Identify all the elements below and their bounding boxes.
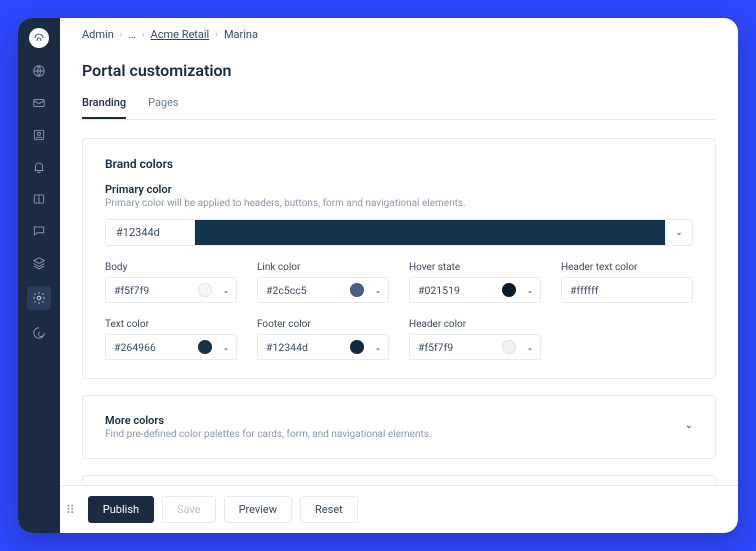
sidebar — [18, 18, 60, 533]
page-title: Portal customization — [82, 61, 716, 80]
chevron-down-icon[interactable]: ⌄ — [520, 343, 540, 352]
breadcrumb-org[interactable]: Acme Retail — [151, 28, 210, 41]
color-hex: #264966 — [106, 341, 198, 354]
primary-color-label: Primary color — [105, 183, 693, 196]
chevron-down-icon[interactable]: ⌄ — [216, 343, 236, 352]
more-colors-card: More colors Find pre-defined color palet… — [82, 395, 716, 459]
color-item: Text color #264966 ⌄ — [105, 319, 237, 360]
chevron-right-icon: › — [215, 30, 218, 40]
publish-button[interactable]: Publish — [88, 496, 154, 523]
color-item: Hover state #021519 ⌄ — [409, 262, 541, 303]
preview-button[interactable]: Preview — [224, 496, 292, 523]
reset-button[interactable]: Reset — [300, 496, 358, 523]
chevron-right-icon: › — [142, 30, 145, 40]
tab-pages[interactable]: Pages — [148, 96, 179, 119]
color-label: Header text color — [561, 262, 693, 273]
color-label: Body — [105, 262, 237, 273]
bell-icon[interactable] — [30, 158, 48, 176]
swirl-icon[interactable] — [30, 324, 48, 342]
color-item: Footer color #12344d ⌄ — [257, 319, 389, 360]
color-swatch — [198, 340, 212, 354]
brand-colors-title: Brand colors — [105, 157, 693, 171]
breadcrumb-current: Marina — [224, 28, 258, 41]
color-grid: Body#f5f7f9⌄Link color#2c5cc5⌄Hover stat… — [105, 262, 693, 360]
app-logo[interactable] — [29, 28, 49, 48]
color-input[interactable]: #f5f7f9 ⌄ — [105, 277, 237, 303]
color-input[interactable]: #12344d ⌄ — [257, 334, 389, 360]
chevron-right-icon: › — [120, 30, 123, 40]
primary-color-row: #12344d ⌄ — [105, 219, 693, 246]
color-hex: #2c5cc5 — [258, 284, 350, 297]
settings-icon[interactable] — [27, 286, 51, 310]
portal-fonts-card: Portal fonts Base font Source Sans Pro ⌄… — [82, 475, 716, 485]
chevron-down-icon[interactable]: ⌄ — [520, 286, 540, 295]
primary-hex-input[interactable]: #12344d — [105, 219, 195, 246]
content-scroll[interactable]: Portal customization Branding Pages Bran… — [60, 51, 738, 485]
primary-color-desc: Primary color will be applied to headers… — [105, 198, 693, 209]
color-hex: #ffffff — [562, 284, 692, 297]
color-hex: #f5f7f9 — [106, 284, 198, 297]
book-icon[interactable] — [30, 190, 48, 208]
color-input[interactable]: #2c5cc5 ⌄ — [257, 277, 389, 303]
breadcrumb-admin[interactable]: Admin — [82, 28, 114, 41]
user-icon[interactable] — [30, 126, 48, 144]
color-item: Header text color #ffffff — [561, 262, 693, 303]
color-swatch — [502, 283, 516, 297]
more-colors-expand[interactable]: ⌄ — [685, 414, 693, 431]
color-input[interactable]: #f5f7f9 ⌄ — [409, 334, 541, 360]
color-label: Link color — [257, 262, 389, 273]
breadcrumb-ellipsis: … — [128, 28, 135, 41]
tabs: Branding Pages — [82, 96, 716, 120]
color-input[interactable]: #264966 ⌄ — [105, 334, 237, 360]
color-hex: #12344d — [258, 341, 350, 354]
chevron-down-icon[interactable]: ⌄ — [368, 343, 388, 352]
color-hex: #021519 — [410, 284, 502, 297]
color-label: Hover state — [409, 262, 541, 273]
chevron-down-icon[interactable]: ⌄ — [368, 286, 388, 295]
chat-icon[interactable] — [30, 222, 48, 240]
mail-icon[interactable] — [30, 94, 48, 112]
color-item: Body #f5f7f9 ⌄ — [105, 262, 237, 303]
color-item: Header color #f5f7f9 ⌄ — [409, 319, 541, 360]
breadcrumb: Admin › … › Acme Retail › Marina — [60, 18, 738, 51]
color-label: Text color — [105, 319, 237, 330]
footer-actions: ⠿ Publish Save Preview Reset — [60, 485, 738, 533]
color-label: Footer color — [257, 319, 389, 330]
color-item: Link color #2c5cc5 ⌄ — [257, 262, 389, 303]
save-button[interactable]: Save — [162, 496, 216, 523]
color-swatch — [350, 340, 364, 354]
color-swatch — [502, 340, 516, 354]
more-colors-desc: Find pre-defined color palettes for card… — [105, 429, 432, 440]
color-hex: #f5f7f9 — [410, 341, 502, 354]
color-input[interactable]: #021519 ⌄ — [409, 277, 541, 303]
chevron-down-icon[interactable]: ⌄ — [216, 286, 236, 295]
primary-color-dropdown[interactable]: ⌄ — [665, 219, 693, 246]
globe-icon[interactable] — [30, 62, 48, 80]
primary-color-bar — [195, 219, 665, 246]
main-panel: Admin › … › Acme Retail › Marina Portal … — [60, 18, 738, 533]
layers-icon[interactable] — [30, 254, 48, 272]
color-swatch — [350, 283, 364, 297]
more-colors-title: More colors — [105, 414, 432, 427]
drag-handle-icon: ⠿ — [66, 503, 74, 517]
color-swatch — [198, 283, 212, 297]
app-window: Admin › … › Acme Retail › Marina Portal … — [18, 18, 738, 533]
tab-branding[interactable]: Branding — [82, 96, 126, 119]
brand-colors-card: Brand colors Primary color Primary color… — [82, 138, 716, 379]
color-label: Header color — [409, 319, 541, 330]
color-input[interactable]: #ffffff — [561, 277, 693, 303]
